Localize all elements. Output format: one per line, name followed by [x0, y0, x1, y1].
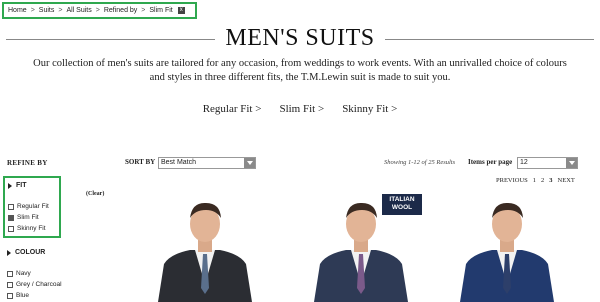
product-image-3[interactable] [452, 194, 562, 302]
triangle-right-icon [7, 249, 11, 256]
slim-fit-link[interactable]: Slim Fit > [279, 103, 324, 115]
colour-option-grey[interactable]: Grey / Charcoal [7, 281, 62, 288]
pagination-next[interactable]: NEXT [558, 177, 575, 184]
colour-option-label: Navy [16, 270, 31, 277]
pagination-page-3[interactable]: 3 [549, 177, 552, 184]
pagination-page-1[interactable]: 1 [533, 177, 536, 184]
breadcrumb-separator: > [30, 7, 35, 14]
clear-filter-link[interactable]: (Clear) [86, 191, 104, 197]
colour-option-label: Blue [16, 292, 30, 299]
colour-option-label: Grey / Charcoal [16, 281, 62, 288]
chevron-down-icon [566, 158, 577, 168]
pagination-page-2[interactable]: 2 [541, 177, 544, 184]
sort-select[interactable]: Best Match [158, 157, 256, 169]
checkbox-icon[interactable] [8, 225, 14, 232]
breadcrumb-slim-fit: Slim Fit [149, 7, 173, 14]
regular-fit-link[interactable]: Regular Fit > [203, 103, 262, 115]
fit-option-label: Skinny Fit [17, 225, 46, 232]
checkbox-icon[interactable] [7, 281, 13, 288]
breadcrumb-separator: > [95, 7, 100, 14]
fit-facet-header[interactable]: FIT [8, 182, 27, 189]
items-per-page-value: 12 [520, 159, 528, 166]
remove-filter-icon[interactable]: x [177, 7, 185, 14]
pagination: PREVIOUS 1 2 3 NEXT [496, 177, 575, 184]
fit-option-label: Slim Fit [17, 214, 39, 221]
breadcrumb: Home > Suits > All Suits > Refined by > … [2, 2, 197, 19]
page-intro: Our collection of men's suits are tailor… [33, 58, 567, 83]
breadcrumb-home[interactable]: Home [8, 7, 27, 14]
results-count: Showing 1-12 of 25 Results [384, 159, 456, 166]
fit-option-slim[interactable]: Slim Fit [8, 214, 39, 221]
page-title: MEN'S SUITS [0, 25, 600, 52]
checkbox-checked-icon[interactable] [8, 214, 14, 221]
chevron-down-icon [244, 158, 255, 168]
refine-by-heading: REFINE BY [7, 159, 48, 167]
italian-wool-badge: ITALIAN WOOL [382, 194, 422, 215]
skinny-fit-link[interactable]: Skinny Fit > [342, 103, 397, 115]
breadcrumb-all-suits[interactable]: All Suits [66, 7, 91, 14]
breadcrumb-separator: > [141, 7, 146, 14]
colour-option-navy[interactable]: Navy [7, 270, 31, 277]
pagination-previous[interactable]: PREVIOUS [496, 177, 528, 184]
breadcrumb-refined-by: Refined by [103, 7, 138, 14]
fit-facet-title: FIT [16, 182, 27, 189]
items-per-page-select[interactable]: 12 [517, 157, 578, 169]
sort-by-label: SORT BY [125, 158, 156, 166]
fit-filter-panel: FIT Regular Fit Slim Fit Skinny Fit [3, 176, 61, 238]
colour-facet-header[interactable]: COLOUR [7, 249, 45, 256]
breadcrumb-separator: > [58, 7, 63, 14]
checkbox-icon[interactable] [8, 203, 14, 210]
checkbox-icon[interactable] [7, 292, 13, 299]
colour-option-blue[interactable]: Blue [7, 292, 29, 299]
fit-links: Regular Fit > Slim Fit > Skinny Fit > [0, 103, 600, 115]
fit-option-skinny[interactable]: Skinny Fit [8, 225, 46, 232]
colour-facet-title: COLOUR [15, 249, 46, 256]
breadcrumb-suits[interactable]: Suits [39, 7, 55, 14]
fit-option-regular[interactable]: Regular Fit [8, 203, 49, 210]
fit-option-label: Regular Fit [17, 203, 49, 210]
product-image-1[interactable] [150, 194, 260, 302]
triangle-right-icon [8, 182, 12, 189]
sort-select-value: Best Match [161, 159, 197, 166]
items-per-page-label: Items per page [468, 158, 513, 166]
checkbox-icon[interactable] [7, 270, 13, 277]
